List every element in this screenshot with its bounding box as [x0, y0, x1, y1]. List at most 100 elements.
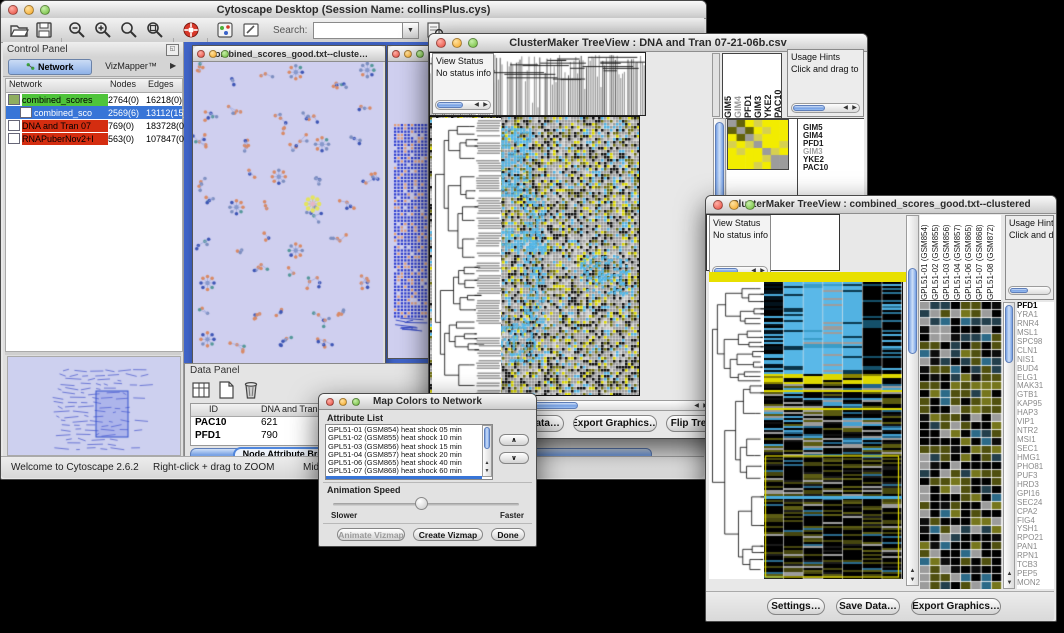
zoom-in-icon[interactable]: [93, 20, 113, 40]
export-graphics-button[interactable]: Export Graphics…: [573, 415, 657, 432]
row-dendrogram-canvas[interactable]: [432, 118, 501, 396]
close-button[interactable]: [436, 38, 446, 48]
usage-hints-hscrollbar[interactable]: [1008, 286, 1051, 295]
zoom-fit-icon[interactable]: [145, 20, 165, 40]
close-button[interactable]: [326, 398, 334, 406]
minimize-button[interactable]: [404, 50, 412, 58]
attribute-list-item[interactable]: GPL51-06 (GSM865) heat shock 40 min: [326, 459, 482, 467]
new-attribute-icon[interactable]: [216, 380, 236, 400]
tab-vizmapper[interactable]: VizMapper™: [95, 59, 167, 73]
gene-label[interactable]: GPI16: [1017, 490, 1054, 499]
gene-label[interactable]: MON2: [1017, 579, 1054, 588]
zoom-vscrollbar[interactable]: ▲▼: [1003, 302, 1015, 589]
attribute-list[interactable]: GPL51-01 (GSM854) heat shock 05 minGPL51…: [325, 424, 493, 480]
zoom-button[interactable]: [40, 5, 50, 15]
gene-label[interactable]: SPC98: [1017, 338, 1054, 347]
column-label[interactable]: GPL51-03 (GSM856): [942, 215, 953, 300]
gene-label[interactable]: ELG1: [1017, 374, 1054, 383]
minimize-button[interactable]: [24, 5, 34, 15]
close-button[interactable]: [392, 50, 400, 58]
gene-label[interactable]: PFD1: [1017, 302, 1054, 311]
move-down-button[interactable]: ∨: [499, 452, 529, 464]
gene-label[interactable]: SEC24: [1017, 499, 1054, 508]
column-label[interactable]: GIM3: [753, 54, 763, 118]
zoom-button[interactable]: [745, 200, 755, 210]
row-dendrogram[interactable]: [709, 282, 764, 579]
close-button[interactable]: [713, 200, 723, 210]
attribute-list-vscrollbar[interactable]: ▲ ▼: [482, 425, 492, 477]
gene-label[interactable]: KAP95: [1017, 400, 1054, 409]
create-vizmap-button[interactable]: Create Vizmap: [413, 528, 483, 541]
network-list-row[interactable]: DNA and Tran 07769(0)183728(0): [6, 119, 182, 132]
attribute-table-icon[interactable]: [191, 380, 211, 400]
save-session-icon[interactable]: [34, 20, 54, 40]
column-label[interactable]: GIM5: [723, 54, 733, 118]
attribute-list-selected-row[interactable]: [326, 476, 482, 479]
gene-label[interactable]: RNR4: [1017, 320, 1054, 329]
network-list-row[interactable]: combined_sco2569(6)13112(15): [6, 106, 182, 119]
network-overview-thumbnail[interactable]: [7, 356, 181, 456]
minimize-button[interactable]: [339, 398, 347, 406]
minimize-button[interactable]: [209, 50, 217, 58]
usage-hints-hscrollbar[interactable]: ◀▶: [791, 103, 860, 113]
zoom-heatmap[interactable]: [920, 302, 1002, 589]
gene-label[interactable]: HMG1: [1017, 454, 1054, 463]
gene-label[interactable]: NIS1: [1017, 356, 1054, 365]
close-button[interactable]: [197, 50, 205, 58]
gene-label[interactable]: VIP1: [1017, 418, 1054, 427]
open-file-icon[interactable]: [9, 20, 29, 40]
overview-canvas[interactable]: [8, 357, 178, 453]
zoom-out-icon[interactable]: [67, 20, 87, 40]
cytoscape-titlebar[interactable]: Cytoscape Desktop (Session Name: collins…: [1, 1, 706, 19]
overview-divider[interactable]: [5, 352, 181, 355]
gene-label[interactable]: YSH1: [1017, 525, 1054, 534]
search-dropdown-button[interactable]: ▼: [402, 22, 419, 39]
tab-overflow-arrow[interactable]: ▶: [170, 59, 182, 73]
save-data-button[interactable]: Save Data…: [836, 598, 900, 615]
global-heatmap[interactable]: [764, 282, 903, 579]
network-list-row[interactable]: combined_scores2764(0)16218(0): [6, 93, 182, 106]
minimize-button[interactable]: [729, 200, 739, 210]
attribute-list-item[interactable]: GPL51-07 (GSM868) heat shock 60 min: [326, 467, 482, 475]
column-label[interactable]: GPL51-04 (GSM857): [953, 215, 964, 300]
column-label[interactable]: PAC10: [773, 54, 782, 118]
gene-label[interactable]: BUD4: [1017, 365, 1054, 374]
gene-label[interactable]: NTR2: [1017, 427, 1054, 436]
gene-label[interactable]: PAN1: [1017, 543, 1054, 552]
vizmap-preview-icon[interactable]: [215, 20, 235, 40]
tab-network[interactable]: Network: [8, 59, 92, 75]
zoom-button[interactable]: [468, 38, 478, 48]
move-up-button[interactable]: ∧: [499, 434, 529, 446]
global-heatmap-canvas[interactable]: [764, 282, 902, 579]
column-label[interactable]: GPL51-01 (GSM854): [920, 215, 931, 300]
network-list-row[interactable]: RNAPuberNov2+I563(0)107847(0): [6, 132, 182, 145]
view-status-hscrollbar[interactable]: ◀▶: [435, 100, 491, 110]
zoom-button[interactable]: [416, 50, 424, 58]
attribute-list-item[interactable]: GPL51-02 (GSM855) heat shock 10 min: [326, 434, 482, 442]
gene-label[interactable]: HRD3: [1017, 481, 1054, 490]
gene-label[interactable]: MSL1: [1017, 329, 1054, 338]
zoom-button[interactable]: [352, 398, 360, 406]
column-label[interactable]: GPL51-08 (GSM872): [986, 215, 997, 300]
minimize-button[interactable]: [452, 38, 462, 48]
zoom-button[interactable]: [221, 50, 229, 58]
gene-label[interactable]: PEP5: [1017, 570, 1054, 579]
gene-label[interactable]: GTB1: [1017, 391, 1054, 400]
gene-label[interactable]: PUF3: [1017, 472, 1054, 481]
zoom-heatmap[interactable]: [727, 119, 789, 170]
delete-attribute-trash-icon[interactable]: [241, 379, 261, 401]
column-label[interactable]: YKE2: [763, 54, 773, 118]
gene-label[interactable]: CLN1: [1017, 347, 1054, 356]
settings-button[interactable]: Settings…: [767, 598, 825, 615]
gene-label[interactable]: HAP3: [1017, 409, 1054, 418]
column-label[interactable]: GPL51-07 (GSM868): [975, 215, 986, 300]
row-dendrogram-canvas[interactable]: [709, 282, 764, 579]
column-label[interactable]: PFD1: [743, 54, 753, 118]
gene-label[interactable]: FIG4: [1017, 517, 1054, 526]
animation-speed-slider-thumb[interactable]: [415, 497, 428, 510]
column-label[interactable]: GPL51-02 (GSM855): [931, 215, 942, 300]
attribute-list-item[interactable]: GPL51-01 (GSM854) heat shock 05 min: [326, 426, 482, 434]
zoom-heatmap-canvas[interactable]: [920, 302, 1002, 589]
done-button[interactable]: Done: [491, 528, 525, 541]
gene-label[interactable]: RPO21: [1017, 534, 1054, 543]
